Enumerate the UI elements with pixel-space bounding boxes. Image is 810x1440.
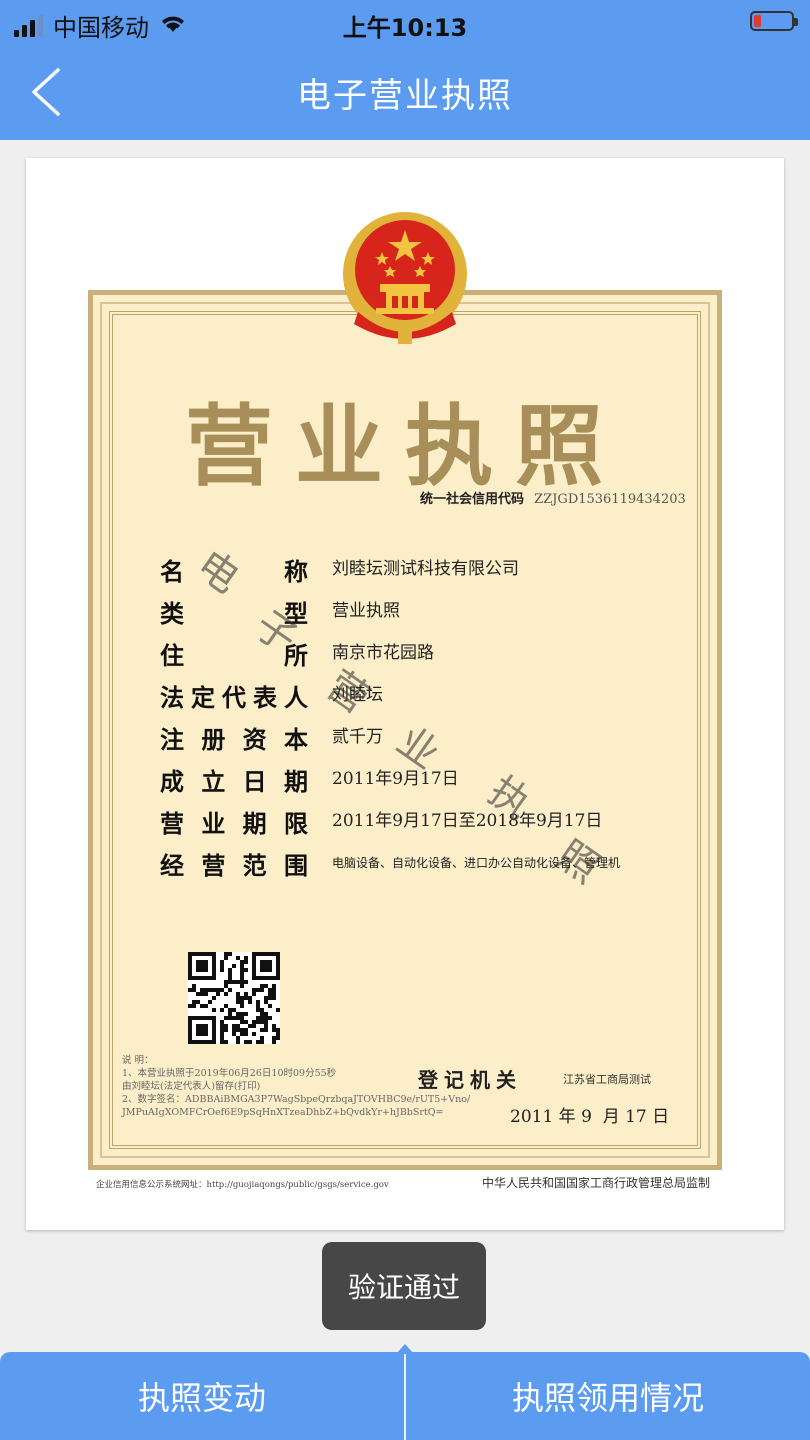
- note-line: JMPuAIgXOMFCrOef6E9pSqHnXTzeaDhbZ+bQvdkY…: [122, 1107, 444, 1118]
- status-time: 上午10:13: [342, 14, 468, 42]
- page-title: 电子营业执照: [297, 76, 513, 116]
- field-legal-rep: 法定代表人 刘睦坛: [160, 678, 680, 714]
- national-emblem-icon: [343, 212, 467, 344]
- license-change-tab[interactable]: 执照变动: [0, 1352, 404, 1440]
- battery-icon: [750, 11, 798, 31]
- note-line: 由刘睦坛(法定代表人)留存(打印): [122, 1081, 261, 1092]
- note-line: 2、数字签名：ADBBAiBMGA3P7WagSbpeQrzbqaJTOVHBC…: [122, 1094, 471, 1105]
- field-type: 类型 营业执照: [160, 594, 680, 630]
- issue-date: 2011 年 9 月 17 日: [510, 1107, 670, 1127]
- note-line: 说 明：: [122, 1055, 154, 1066]
- field-label: 法定代表人: [160, 684, 308, 712]
- qr-code-icon[interactable]: [188, 952, 280, 1044]
- credit-code-value: ZZJGD1536119434203: [534, 492, 686, 507]
- nav-bar: 电子营业执照: [0, 44, 810, 140]
- license-footer-issuer: 中华人民共和国国家工商行政管理总局监制: [482, 1176, 711, 1190]
- field-label: 注册资本: [160, 726, 308, 754]
- registration-authority-label: 登记机关: [418, 1068, 522, 1092]
- registration-authority: 江苏省工商局测试: [563, 1073, 651, 1086]
- field-value: 2011年9月17日至2018年9月17日: [332, 811, 603, 831]
- license-title: 营业执照: [184, 394, 625, 498]
- field-label: 成立日期: [160, 768, 308, 796]
- field-label: 经营范围: [160, 852, 308, 880]
- license-usage-tab[interactable]: 执照领用情况: [406, 1352, 810, 1440]
- status-bar: 中国移动 上午10:13: [0, 0, 810, 44]
- field-term: 营业期限 2011年9月17日至2018年9月17日: [160, 804, 680, 840]
- credit-code: 统一社会信用代码 ZZJGD1536119434203: [420, 488, 686, 507]
- field-value: 贰千万: [332, 727, 383, 747]
- field-label: 营业期限: [160, 810, 308, 838]
- verification-toast: 验证通过: [322, 1242, 486, 1330]
- credit-code-label: 统一社会信用代码: [420, 492, 525, 507]
- field-address: 住所 南京市花园路: [160, 636, 680, 672]
- license-footer-url: 企业信用信息公示系统网址：http://guojiaqongs/public/g…: [96, 1180, 389, 1190]
- field-value: 营业执照: [332, 601, 400, 621]
- tab-divider-notch: [396, 1344, 414, 1354]
- note-line: 1、本营业执照于2019年06月26日10时09分55秒: [122, 1068, 337, 1079]
- license-note: 说 明： 1、本营业执照于2019年06月26日10时09分55秒 由刘睦坛(法…: [122, 1054, 471, 1119]
- field-value: 刘睦坛测试科技有限公司: [332, 559, 519, 579]
- bottom-tab-bar: 执照变动 执照领用情况: [0, 1344, 810, 1440]
- field-value: 2011年9月17日: [332, 769, 459, 789]
